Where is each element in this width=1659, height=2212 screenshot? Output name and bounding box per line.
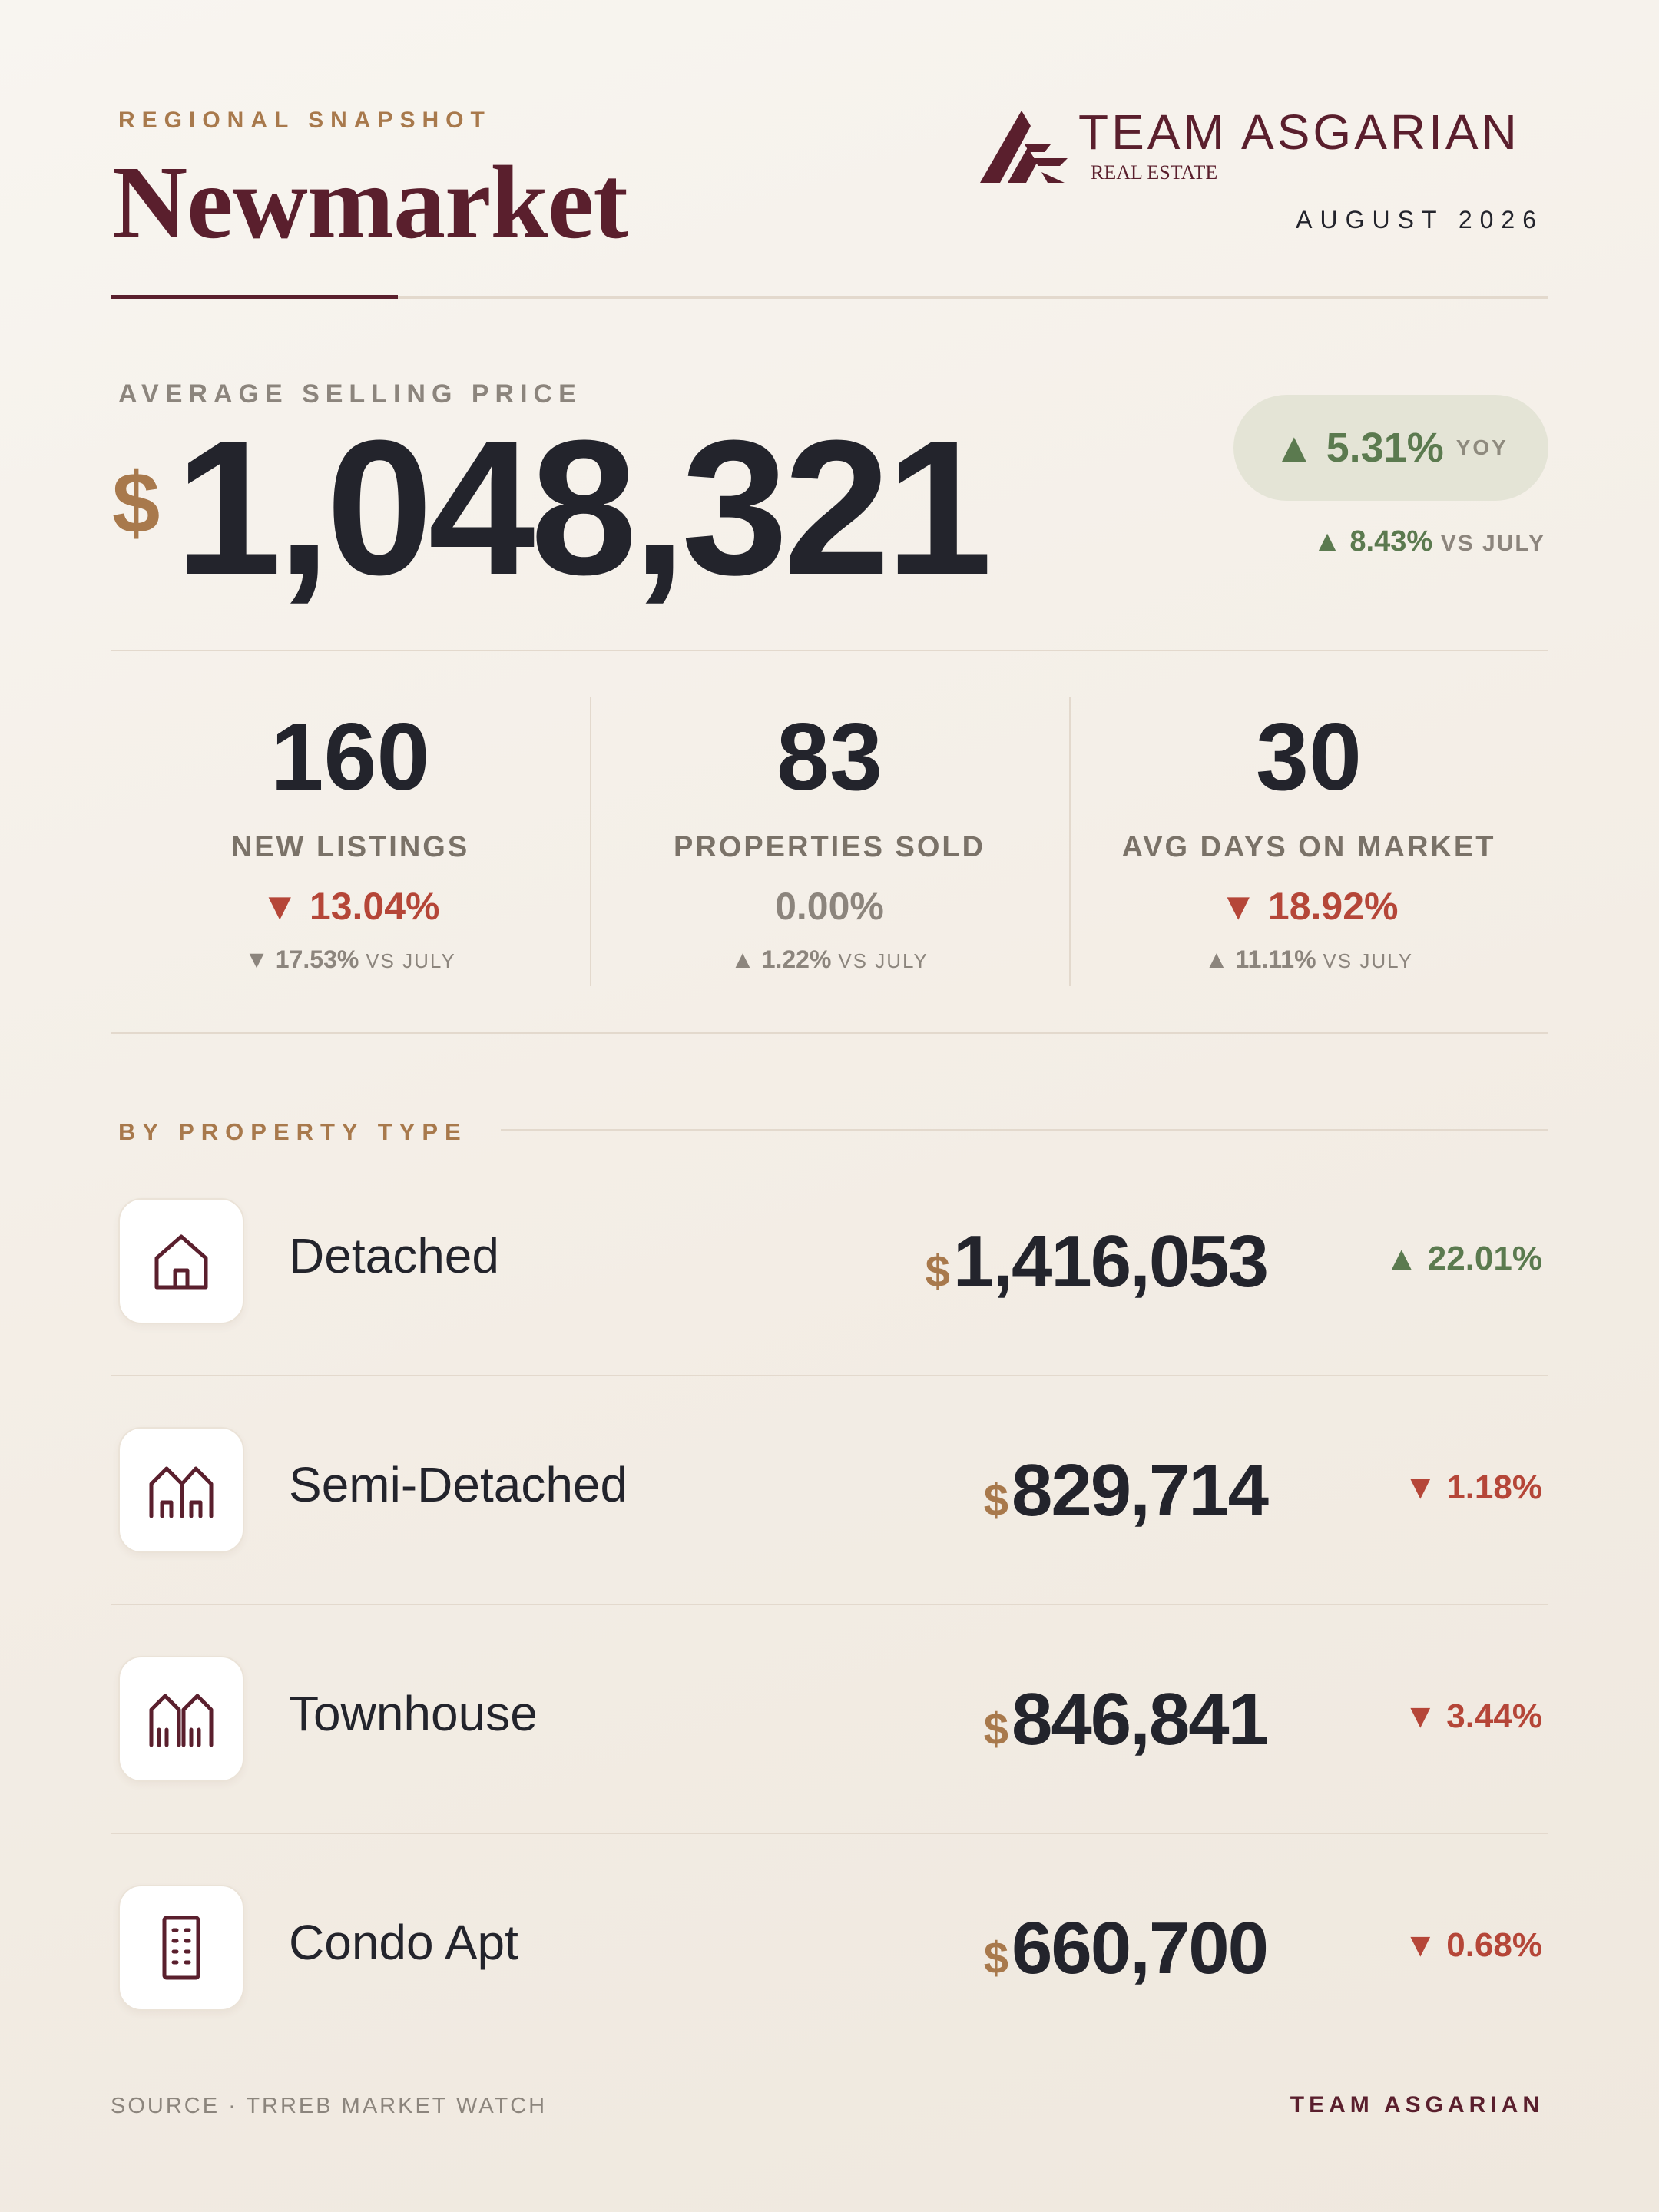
currency-symbol: $ — [983, 1933, 1008, 1983]
property-type-change: ▼ 1.18% — [1403, 1469, 1542, 1506]
price-value: 829,714 — [1011, 1449, 1269, 1532]
section-heading-rule — [501, 1129, 1548, 1131]
source-note: SOURCE · TRREB MARKET WATCH — [111, 2094, 548, 2118]
page-title: Newmarket — [112, 145, 628, 260]
property-type-row-condo-apt: Condo Apt $660,700 ▼ 0.68% — [111, 1885, 1548, 2115]
row-divider — [111, 1833, 1548, 1834]
currency-symbol: $ — [983, 1704, 1008, 1754]
stat-properties-sold: 83 PROPERTIES SOLD 0.00% ▲ 1.22% VS JULY — [590, 691, 1069, 974]
stat-label: PROPERTIES SOLD — [673, 831, 986, 864]
property-type-row-semi-detached: Semi-Detached $829,714 ▼ 1.18% — [111, 1427, 1548, 1657]
price-value: 846,841 — [1011, 1678, 1269, 1760]
brand-name: TEAM ASGARIAN — [1078, 104, 1520, 160]
stat-avg-days-on-market: 30 AVG DAYS ON MARKET ▼ 18.92% ▲ 11.11% … — [1069, 691, 1548, 974]
stat-sub-change: ▼ 17.53% VS JULY — [111, 945, 590, 974]
section-heading: BY PROPERTY TYPE — [118, 1118, 468, 1145]
property-type-row-detached: Detached $1,416,053 ▲ 22.01% — [111, 1198, 1548, 1429]
semi-detached-icon — [118, 1427, 244, 1553]
property-type-change: ▼ 0.68% — [1403, 1926, 1542, 1964]
yoy-change: ▲ 5.31% — [1273, 425, 1444, 471]
row-divider — [111, 1604, 1548, 1605]
hero-divider — [111, 650, 1548, 651]
stat-sub-value: ▲ 11.11% — [1204, 945, 1316, 974]
footer-brand: TEAM ASGARIAN — [1290, 2092, 1544, 2118]
stat-sub-tag: VS JULY — [366, 949, 456, 973]
stat-label: AVG DAYS ON MARKET — [1121, 831, 1496, 864]
stat-change: ▼ 18.92% — [1219, 885, 1399, 929]
stat-sub-value: ▼ 17.53% — [244, 945, 359, 974]
price-value: 660,700 — [1011, 1907, 1269, 1989]
stat-sub-change: ▲ 1.22% VS JULY — [590, 945, 1069, 974]
mom-tag: VS JULY — [1440, 531, 1545, 556]
stat-sub-tag: VS JULY — [838, 949, 929, 973]
brand-subtitle: REAL ESTATE — [1091, 161, 1218, 184]
stat-sub-change: ▲ 11.11% VS JULY — [1069, 945, 1548, 974]
property-type-price: $1,416,053 — [925, 1220, 1269, 1304]
currency-symbol: $ — [925, 1247, 950, 1296]
condo-building-icon — [118, 1885, 244, 2011]
property-type-change: ▲ 22.01% — [1384, 1240, 1542, 1277]
stat-value: 83 — [777, 704, 882, 810]
stat-change: 0.00% — [775, 885, 884, 929]
stat-sub-value: ▲ 1.22% — [730, 945, 832, 974]
stat-value: 160 — [270, 704, 430, 810]
stat-value: 30 — [1256, 704, 1362, 810]
average-selling-price: 1,048,321 — [175, 400, 992, 614]
hero-currency: $ — [112, 455, 161, 551]
property-type-price: $846,841 — [983, 1677, 1269, 1762]
stat-change: ▼ 13.04% — [260, 885, 440, 929]
property-type-price: $660,700 — [983, 1906, 1269, 1991]
price-value: 1,416,053 — [952, 1220, 1269, 1303]
property-type-name: Condo Apt — [289, 1915, 518, 1970]
brand-logo-icon — [980, 111, 1068, 183]
property-type-change: ▼ 3.44% — [1403, 1697, 1542, 1735]
property-type-name: Townhouse — [289, 1686, 538, 1741]
property-type-name: Semi-Detached — [289, 1457, 628, 1512]
mom-change: ▲ 8.43% — [1313, 525, 1433, 558]
section-kicker: REGIONAL SNAPSHOT — [118, 108, 492, 133]
townhouse-icon — [118, 1656, 244, 1782]
mom-change-line: ▲ 8.43% VS JULY — [1313, 525, 1545, 558]
stat-sub-tag: VS JULY — [1323, 949, 1413, 973]
property-type-name: Detached — [289, 1228, 499, 1283]
row-divider — [111, 1375, 1548, 1376]
currency-symbol: $ — [983, 1475, 1008, 1525]
property-type-row-townhouse: Townhouse $846,841 ▼ 3.44% — [111, 1656, 1548, 1886]
property-type-price: $829,714 — [983, 1449, 1269, 1533]
stat-label: NEW LISTINGS — [230, 831, 470, 864]
stat-new-listings: 160 NEW LISTINGS ▼ 13.04% ▼ 17.53% VS JU… — [111, 691, 590, 974]
detached-house-icon — [118, 1198, 244, 1324]
report-date: AUGUST 2026 — [1296, 206, 1544, 233]
header-accent-rule — [111, 295, 398, 299]
yoy-badge: ▲ 5.31% YOY — [1233, 395, 1548, 501]
yoy-tag: YOY — [1455, 435, 1508, 459]
stats-divider — [111, 1032, 1548, 1034]
